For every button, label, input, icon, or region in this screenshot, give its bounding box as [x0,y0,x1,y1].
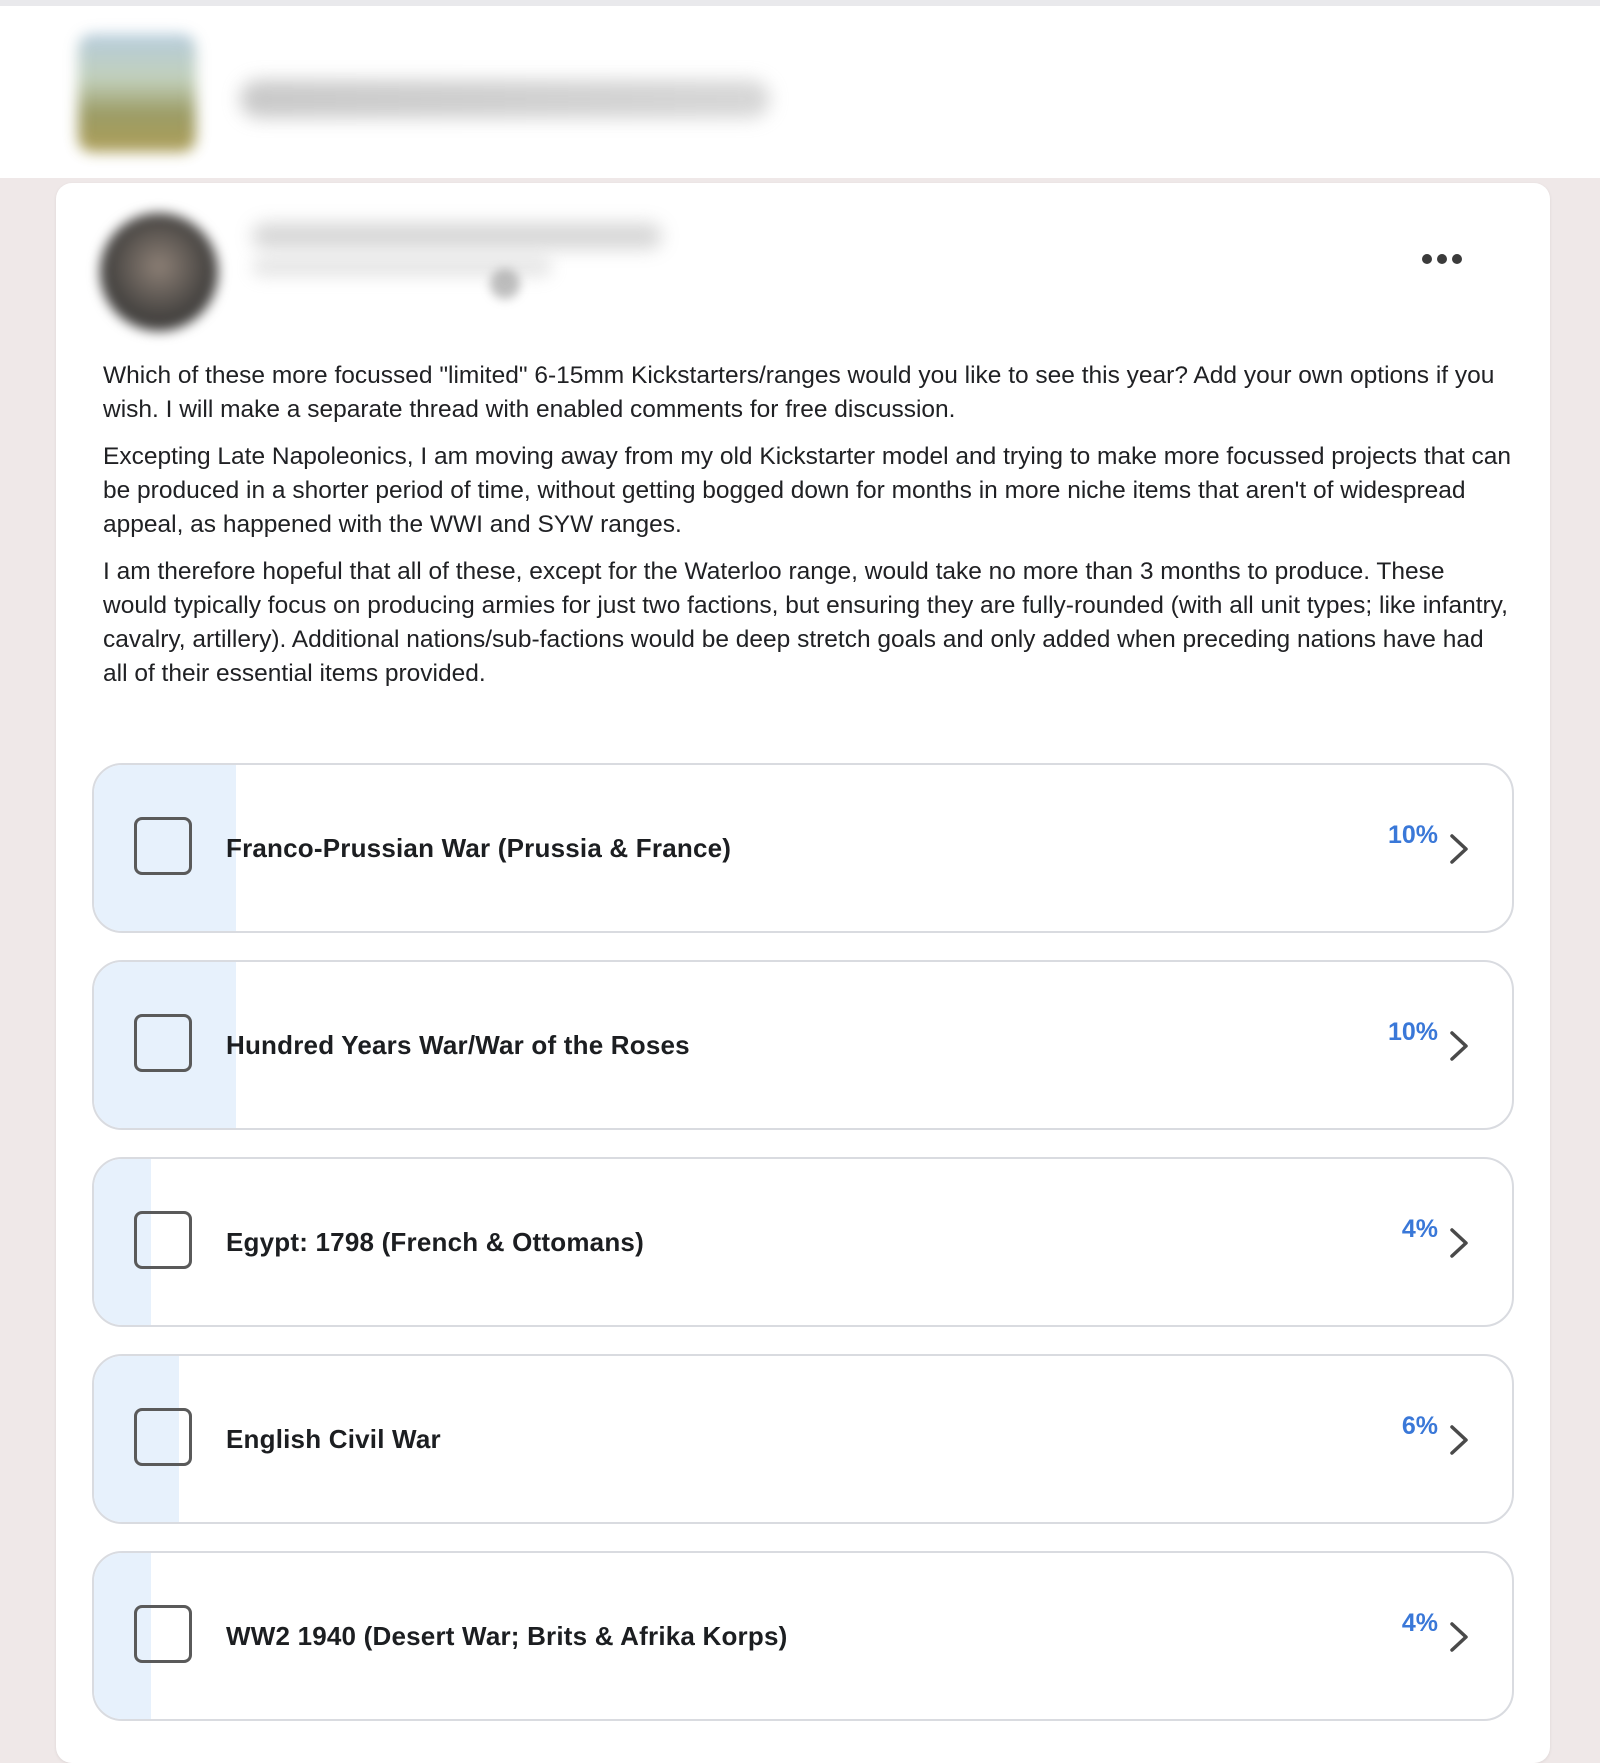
poll-option-label: Franco-Prussian War (Prussia & France) [226,833,732,863]
post-paragraph: I am therefore hopeful that all of these… [103,558,1508,687]
poll: Franco-Prussian War (Prussia & France) 1… [92,763,1514,1748]
poll-option-label: Egypt: 1798 (French & Ottomans) [226,1227,644,1257]
poll-option-label: WW2 1940 (Desert War; Brits & Afrika Kor… [226,1621,788,1651]
poll-option-percent: 4% [1401,1215,1438,1243]
chevron-right-icon[interactable] [1446,832,1472,866]
poll-option-percent: 10% [1387,821,1438,849]
poll-option-label: English Civil War [226,1424,441,1454]
chevron-right-icon[interactable] [1446,1029,1472,1063]
poll-option-checkbox[interactable] [134,1408,192,1466]
privacy-icon [490,269,520,299]
poll-option-percent: 4% [1401,1609,1438,1637]
poll-option-checkbox[interactable] [134,1605,192,1663]
group-name-redacted[interactable] [240,80,770,118]
group-header [0,0,1600,178]
post-paragraph: Excepting Late Napoleonics, I am moving … [103,443,1512,538]
more-options-icon [1452,254,1462,264]
poll-option-checkbox[interactable] [134,1014,192,1072]
poll-option[interactable]: Franco-Prussian War (Prussia & France) 1… [92,763,1514,933]
poll-option-checkbox[interactable] [134,817,192,875]
poll-option-label: Hundred Years War/War of the Roses [226,1030,690,1060]
poll-option[interactable]: WW2 1940 (Desert War; Brits & Afrika Kor… [92,1551,1514,1721]
more-options-icon [1422,254,1432,264]
poll-option-percent: 10% [1387,1018,1438,1046]
poll-option[interactable]: English Civil War 6% [92,1354,1514,1524]
author-avatar[interactable] [100,213,218,331]
chevron-right-icon[interactable] [1446,1423,1472,1457]
more-options-icon [1437,254,1447,264]
chevron-right-icon[interactable] [1446,1226,1472,1260]
chevron-right-icon[interactable] [1446,1620,1472,1654]
group-cover-thumbnail[interactable] [78,34,196,152]
more-options-button[interactable] [1414,241,1470,277]
post-card: Which of these more focussed "limited" 6… [56,183,1550,1763]
poll-option-percent: 6% [1401,1412,1438,1440]
post-body: Which of these more focussed "limited" 6… [103,359,1513,704]
poll-option[interactable]: Egypt: 1798 (French & Ottomans) 4% [92,1157,1514,1327]
poll-option[interactable]: Hundred Years War/War of the Roses 10% [92,960,1514,1130]
post-paragraph: Which of these more focussed "limited" 6… [103,362,1495,423]
author-name-redacted[interactable] [252,223,662,249]
poll-option-checkbox[interactable] [134,1211,192,1269]
